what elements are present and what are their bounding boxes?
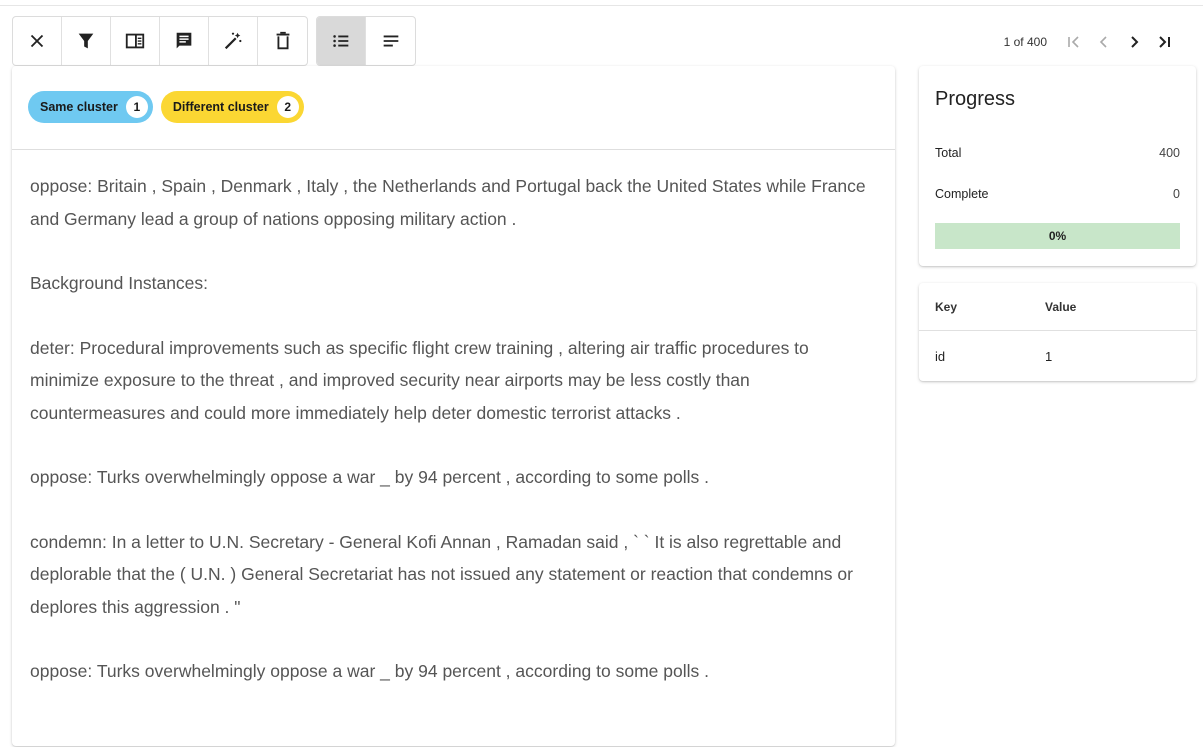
panel-icon <box>125 33 145 49</box>
background-heading: Background Instances: <box>30 273 209 293</box>
table-header: Key Value <box>919 283 1196 331</box>
close-icon <box>30 34 44 48</box>
next-page-button[interactable] <box>1119 30 1149 54</box>
total-row: Total 400 <box>935 146 1180 160</box>
total-value: 400 <box>1159 146 1180 160</box>
toolbar <box>12 16 416 66</box>
instance-text: oppose: Britain , Spain , Denmark , Ital… <box>12 150 895 688</box>
target-instance: oppose: Britain , Spain , Denmark , Ital… <box>30 176 866 229</box>
row-key: id <box>935 348 946 364</box>
chip-label: Different cluster <box>172 100 269 114</box>
complete-value: 0 <box>1173 187 1180 201</box>
background-instance: deter: Procedural improvements such as s… <box>30 337 809 423</box>
side-panel-button[interactable] <box>111 17 160 65</box>
text-view-button[interactable] <box>366 17 415 65</box>
auto-fix-button[interactable] <box>209 17 258 65</box>
background-instance: oppose: Turks overwhelmingly oppose a wa… <box>30 467 709 487</box>
list-view-icon <box>333 35 349 47</box>
progress-card: Progress Total 400 Complete 0 0% <box>919 66 1196 266</box>
page-count: 1 of 400 <box>1003 35 1047 49</box>
progress-title: Progress <box>935 88 1016 110</box>
instance-card: Same cluster 1 Different cluster 2 oppos… <box>12 66 895 746</box>
delete-icon <box>276 31 289 50</box>
chevron-right-icon <box>1131 36 1139 48</box>
text-view-icon <box>383 35 398 47</box>
pager: 1 of 400 <box>1004 30 1179 54</box>
complete-row: Complete 0 <box>935 187 1180 201</box>
total-label: Total <box>935 146 962 160</box>
same-cluster-chip[interactable]: Same cluster 1 <box>28 91 153 123</box>
delete-button[interactable] <box>258 17 307 65</box>
previous-page-button[interactable] <box>1089 30 1119 54</box>
key-column-header: Key <box>935 299 958 314</box>
table-row: id 1 <box>919 331 1196 381</box>
toolbar-view-group <box>316 16 416 66</box>
comment-button[interactable] <box>160 17 209 65</box>
last-page-icon <box>1159 36 1170 48</box>
chip-shortcut-badge: 1 <box>125 96 148 118</box>
chip-label: Same cluster <box>40 100 118 114</box>
close-button[interactable] <box>13 17 62 65</box>
toolbar-actions-group <box>12 16 308 66</box>
filter-icon <box>78 33 94 49</box>
label-chips: Same cluster 1 Different cluster 2 <box>12 66 895 150</box>
list-view-button[interactable] <box>317 17 366 65</box>
background-instance: oppose: Turks overwhelmingly oppose a wa… <box>30 661 709 681</box>
first-page-button[interactable] <box>1059 30 1089 54</box>
background-instance: condemn: In a letter to U.N. Secretary -… <box>30 531 853 617</box>
chip-shortcut-badge: 2 <box>276 96 299 118</box>
comment-icon <box>176 32 192 49</box>
value-column-header: Value <box>1045 299 1077 314</box>
top-border <box>0 0 1203 6</box>
complete-label: Complete <box>935 187 989 201</box>
progress-percent: 0% <box>1048 229 1067 243</box>
different-cluster-chip[interactable]: Different cluster 2 <box>160 91 304 123</box>
magic-wand-icon <box>224 32 242 50</box>
first-page-icon <box>1068 36 1079 48</box>
progress-bar: 0% <box>935 223 1180 249</box>
chevron-left-icon <box>1099 36 1107 48</box>
metadata-table: Key Value id 1 <box>919 283 1196 381</box>
filter-button[interactable] <box>62 17 111 65</box>
row-value: 1 <box>1045 348 1053 364</box>
last-page-button[interactable] <box>1149 30 1179 54</box>
